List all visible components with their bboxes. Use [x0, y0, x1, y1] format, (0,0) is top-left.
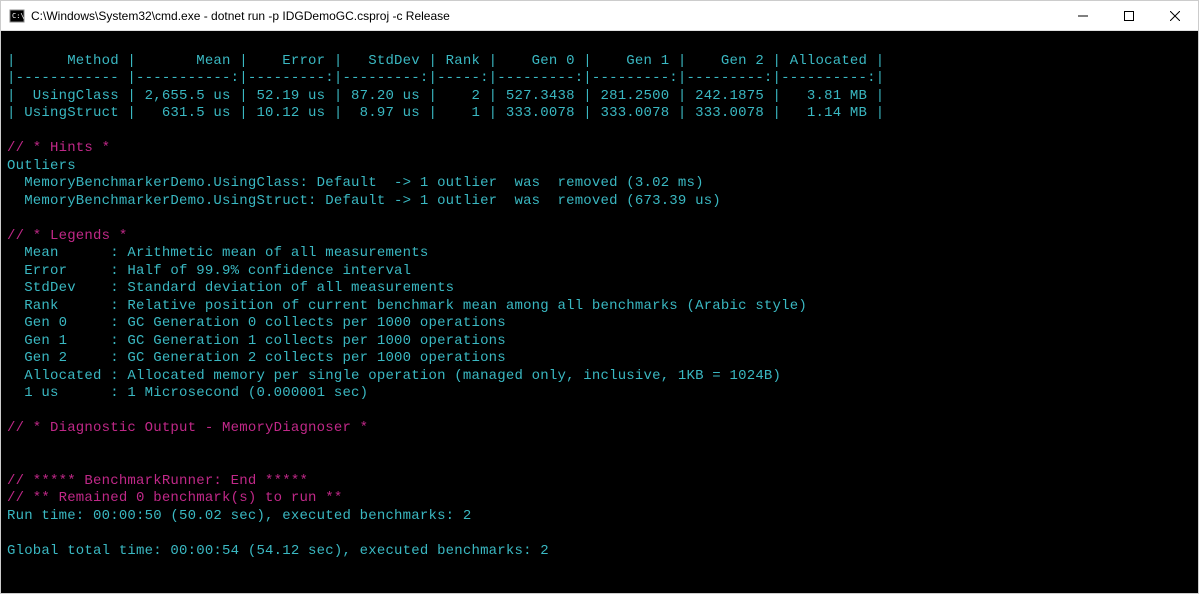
- global-time: Global total time: 00:00:54 (54.12 sec),…: [7, 543, 549, 559]
- maximize-icon: [1124, 11, 1134, 21]
- legend-line: Gen 0 : GC Generation 0 collects per 100…: [7, 315, 506, 331]
- table-separator-row: |------------ |-----------:|---------:|-…: [7, 70, 884, 86]
- outlier-line: MemoryBenchmarkerDemo.UsingStruct: Defau…: [7, 193, 721, 209]
- close-button[interactable]: [1152, 1, 1198, 30]
- titlebar[interactable]: C:\ C:\Windows\System32\cmd.exe - dotnet…: [1, 1, 1198, 31]
- legends-header: // * Legends *: [7, 228, 127, 244]
- table-row: | UsingStruct | 631.5 us | 10.12 us | 8.…: [7, 105, 884, 121]
- diagnostic-header: // * Diagnostic Output - MemoryDiagnoser…: [7, 420, 368, 436]
- benchmark-end: // ***** BenchmarkRunner: End *****: [7, 473, 308, 489]
- outlier-line: MemoryBenchmarkerDemo.UsingClass: Defaul…: [7, 175, 704, 191]
- legend-line: 1 us : 1 Microsecond (0.000001 sec): [7, 385, 368, 401]
- window-controls: [1060, 1, 1198, 30]
- legend-line: Error : Half of 99.9% confidence interva…: [7, 263, 411, 279]
- cmd-window: C:\ C:\Windows\System32\cmd.exe - dotnet…: [0, 0, 1199, 594]
- console-output[interactable]: | Method | Mean | Error | StdDev | Rank …: [1, 31, 1198, 593]
- run-time: Run time: 00:00:50 (50.02 sec), executed…: [7, 508, 471, 524]
- legend-line: Gen 2 : GC Generation 2 collects per 100…: [7, 350, 506, 366]
- maximize-button[interactable]: [1106, 1, 1152, 30]
- table-header-row: | Method | Mean | Error | StdDev | Rank …: [7, 53, 884, 69]
- minimize-button[interactable]: [1060, 1, 1106, 30]
- close-icon: [1170, 11, 1180, 21]
- minimize-icon: [1078, 11, 1088, 21]
- cmd-icon: C:\: [9, 8, 25, 24]
- outliers-label: Outliers: [7, 158, 76, 174]
- hints-header: // * Hints *: [7, 140, 110, 156]
- window-title: C:\Windows\System32\cmd.exe - dotnet run…: [31, 9, 1060, 23]
- svg-text:C:\: C:\: [12, 12, 25, 20]
- benchmark-remain: // ** Remained 0 benchmark(s) to run **: [7, 490, 342, 506]
- legend-line: Mean : Arithmetic mean of all measuremen…: [7, 245, 428, 261]
- legend-line: Gen 1 : GC Generation 1 collects per 100…: [7, 333, 506, 349]
- legend-line: Rank : Relative position of current benc…: [7, 298, 807, 314]
- table-row: | UsingClass | 2,655.5 us | 52.19 us | 8…: [7, 88, 884, 104]
- legend-line: Allocated : Allocated memory per single …: [7, 368, 781, 384]
- legend-line: StdDev : Standard deviation of all measu…: [7, 280, 454, 296]
